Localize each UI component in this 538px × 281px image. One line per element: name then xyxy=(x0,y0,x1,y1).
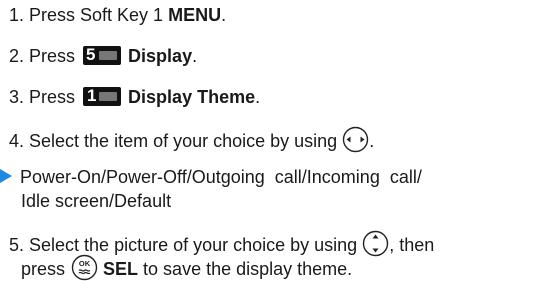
options-line-2: Idle screen/Default xyxy=(21,190,171,212)
options-line-1: Power-On/Power-Off/Outgoing call/Incomin… xyxy=(0,166,422,188)
key-5-number: 5 xyxy=(86,45,96,64)
step-1-suffix: . xyxy=(221,5,227,25)
key-5-subicon xyxy=(99,51,118,60)
menu-label: MENU xyxy=(168,5,222,25)
options-text-1: Power-On/Power-Off/Outgoing call/Incomin… xyxy=(20,167,422,187)
up-down-navigation-key-icon xyxy=(363,230,389,257)
options-text-2: Idle screen/Default xyxy=(21,191,172,211)
step-4: 4. Select the item of your choice by usi… xyxy=(9,126,374,153)
step-1-text: 1. Press Soft Key 1 xyxy=(9,5,169,25)
step-3: 3. Press 1 Display Theme. xyxy=(9,86,260,108)
step-2-text: 2. Press xyxy=(9,46,81,66)
key-1-subicon xyxy=(99,92,118,101)
step-5-line-1: 5. Select the picture of your choice by … xyxy=(9,230,434,257)
sel-label: SEL xyxy=(103,259,139,279)
step-4-text: 4. Select the item of your choice by usi… xyxy=(9,131,338,151)
step-5-text-2: press xyxy=(21,259,66,279)
display-theme-label: Display Theme xyxy=(128,87,256,107)
instructions: 1. Press Soft Key 1 MENU. 2. Press 5 Dis… xyxy=(0,0,538,281)
key-5-icon: 5 xyxy=(83,45,122,65)
step-1: 1. Press Soft Key 1 MENU. xyxy=(9,4,226,26)
display-label: Display xyxy=(128,46,193,66)
step-5-suffix-1: , then xyxy=(389,235,435,255)
step-3-text: 3. Press xyxy=(9,87,81,107)
step-5-suffix-2: to save the display theme. xyxy=(138,259,353,279)
left-right-navigation-key-icon xyxy=(342,126,369,153)
step-2-suffix: . xyxy=(192,46,198,66)
key-1-number: 1 xyxy=(87,86,97,105)
ok-key-label: OK xyxy=(79,259,91,268)
step-5-text: 5. Select the picture of your choice by … xyxy=(9,235,358,255)
key-1-icon: 1 xyxy=(83,86,122,106)
step-4-suffix: . xyxy=(369,131,375,151)
step-3-suffix: . xyxy=(255,87,261,107)
right-triangle-bullet-icon xyxy=(0,169,12,183)
step-2: 2. Press 5 Display. xyxy=(9,45,197,67)
